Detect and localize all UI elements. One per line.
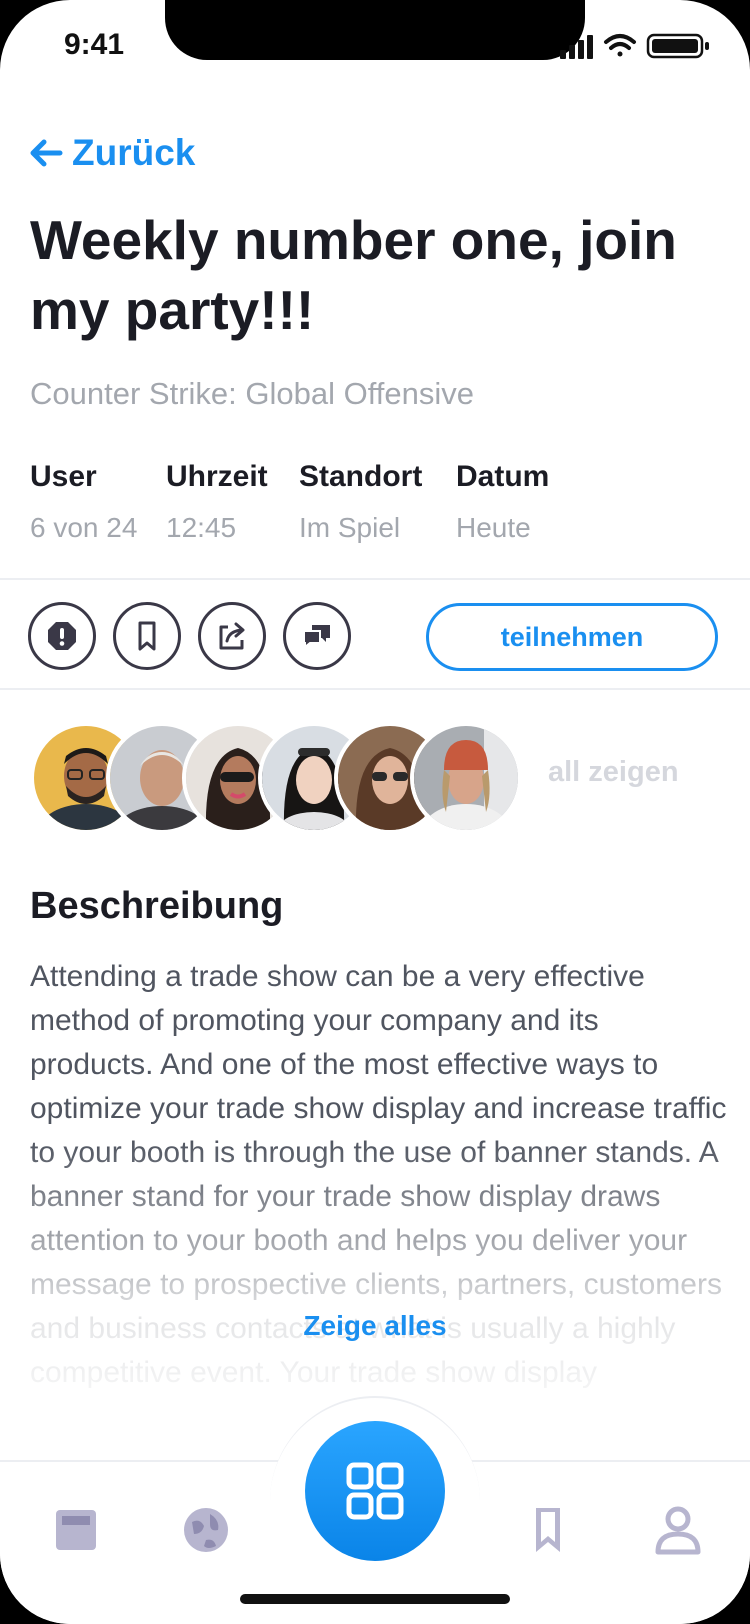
- meta-key: Datum: [456, 460, 550, 493]
- meta-user: User 6 von 24: [30, 460, 166, 544]
- phone-screen: 9:41 Zurück Weekly number one, join my p…: [0, 0, 750, 1624]
- report-icon: [48, 622, 76, 650]
- event-game: Counter Strike: Global Offensive: [30, 376, 474, 411]
- action-buttons: [28, 602, 351, 670]
- globe-icon[interactable]: [180, 1504, 232, 1556]
- share-button[interactable]: [198, 602, 266, 670]
- status-icons: [560, 33, 709, 59]
- bookmark-icon[interactable]: [522, 1504, 574, 1556]
- show-more-button[interactable]: Zeige alles: [0, 1310, 750, 1342]
- bookmark-icon: [138, 621, 156, 651]
- share-icon: [219, 622, 245, 650]
- back-label: Zurück: [72, 132, 196, 173]
- meta-value: 6 von 24: [30, 512, 138, 543]
- event-meta: User 6 von 24 Uhrzeit 12:45 Standort Im …: [30, 460, 596, 544]
- news-icon[interactable]: [50, 1504, 102, 1556]
- signal-icon: [560, 35, 593, 59]
- profile-icon[interactable]: [652, 1504, 704, 1556]
- grid-button[interactable]: [305, 1421, 445, 1561]
- meta-date: Datum Heute: [456, 460, 596, 544]
- grid-icon: [346, 1462, 404, 1520]
- show-all-participants[interactable]: all zeigen: [548, 756, 679, 789]
- meta-value: Heute: [456, 512, 531, 543]
- bookmark-button[interactable]: [113, 602, 181, 670]
- arrow-left-icon: [30, 139, 63, 167]
- report-button[interactable]: [28, 602, 96, 670]
- divider: [0, 688, 750, 690]
- meta-key: Uhrzeit: [166, 460, 268, 493]
- back-button[interactable]: Zurück: [28, 132, 195, 174]
- meta-key: Standort: [299, 460, 423, 493]
- home-indicator: [240, 1594, 510, 1604]
- wifi-icon: [604, 34, 636, 57]
- notch: [165, 0, 585, 60]
- description-fade: [0, 1140, 750, 1440]
- battery-icon: [646, 33, 709, 59]
- meta-location: Standort Im Spiel: [299, 460, 456, 544]
- description-heading: Beschreibung: [30, 885, 284, 927]
- meta-key: User: [30, 460, 97, 493]
- chat-button[interactable]: [283, 602, 351, 670]
- meta-value: 12:45: [166, 512, 237, 543]
- divider: [0, 578, 750, 580]
- status-time: 9:41: [64, 28, 125, 61]
- join-button[interactable]: teilnehmen: [426, 603, 718, 671]
- avatar-image: [414, 726, 518, 830]
- event-title: Weekly number one, join my party!!!: [30, 209, 677, 341]
- meta-time: Uhrzeit 12:45: [166, 460, 299, 544]
- avatar[interactable]: [410, 722, 522, 834]
- chat-icon: [303, 625, 330, 650]
- meta-value: Im Spiel: [299, 512, 401, 543]
